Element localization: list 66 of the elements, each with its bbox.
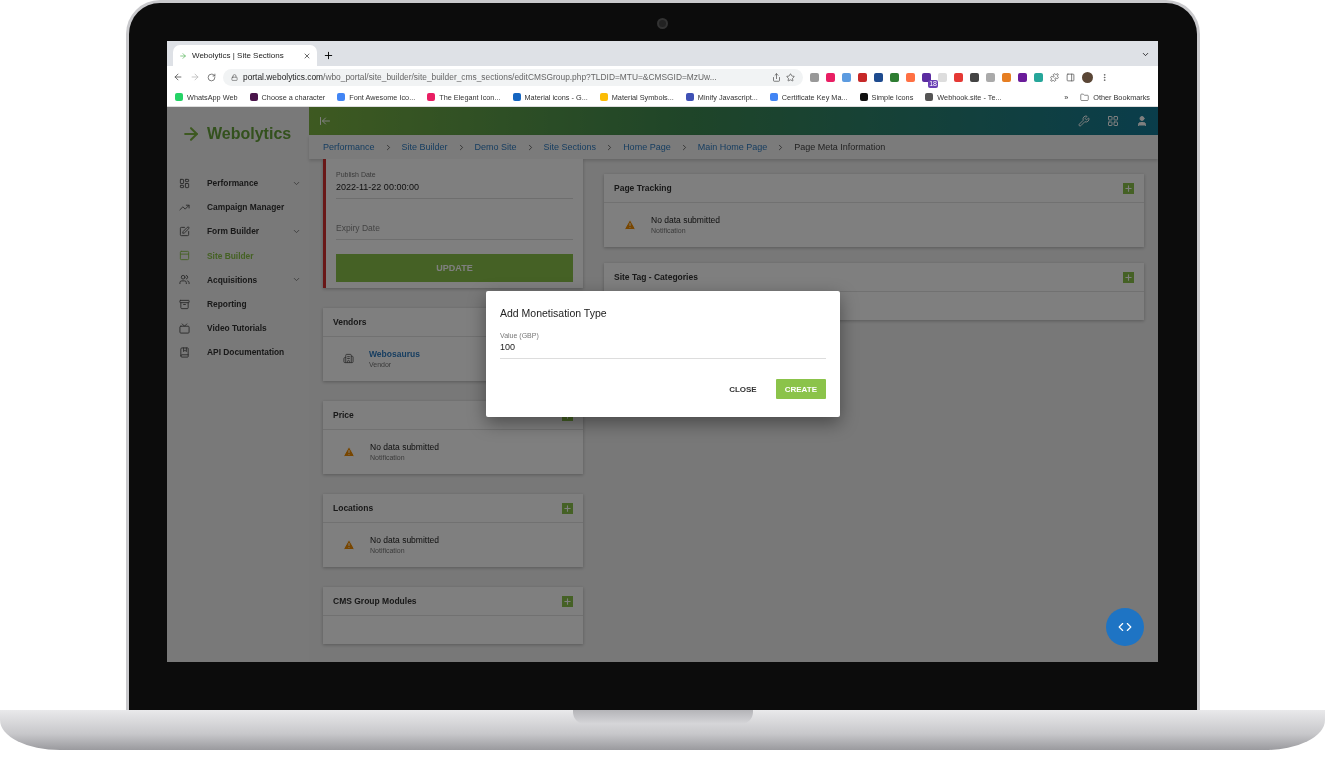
avatar[interactable] [1082, 71, 1093, 83]
sidebar-item[interactable]: Form Builder [167, 219, 309, 244]
sidebar-item[interactable]: Reporting [167, 291, 309, 317]
menu-icon[interactable] [1100, 72, 1109, 82]
browser-tab[interactable]: Webolytics | Site Sections [173, 45, 317, 66]
menu-icon [179, 346, 190, 358]
add-button[interactable] [1123, 271, 1134, 283]
sidebar-item[interactable]: Performance [167, 171, 309, 196]
sidebar-item[interactable]: API Documentation [167, 340, 309, 365]
dashboard-icon[interactable] [1107, 115, 1119, 127]
create-button[interactable]: CREATE [775, 379, 826, 399]
star-icon[interactable] [786, 72, 795, 82]
menu-icon [179, 298, 190, 310]
logo: Webolytics [167, 107, 309, 160]
sidebar-item[interactable]: Video Tutorials [167, 316, 309, 341]
warning-icon [624, 218, 636, 231]
back-icon[interactable] [173, 72, 183, 82]
building-icon [343, 353, 354, 364]
notice-title: No data submitted [370, 442, 439, 452]
notice-title: No data submitted [651, 215, 720, 225]
code-icon [1118, 620, 1132, 634]
reload-icon[interactable] [207, 72, 216, 82]
breadcrumb-link[interactable]: Demo Site [474, 142, 517, 152]
add-button[interactable] [562, 502, 573, 514]
sidebar-item[interactable]: Acquisitions [167, 267, 309, 292]
lock-icon [231, 73, 238, 81]
panel-icon[interactable] [1066, 72, 1075, 82]
user-icon[interactable] [1136, 115, 1148, 127]
logo-icon [179, 51, 187, 60]
breadcrumb-link[interactable]: Site Sections [543, 142, 597, 152]
menu-icon [179, 274, 190, 286]
warning-icon [343, 445, 355, 458]
menu-icon [179, 322, 190, 334]
close-button[interactable]: CLOSE [720, 379, 766, 399]
chevron-icon[interactable] [1141, 50, 1150, 59]
menu-icon [179, 177, 190, 189]
share-icon[interactable] [772, 72, 781, 82]
notice-title: No data submitted [370, 535, 439, 545]
add-button[interactable] [1123, 182, 1134, 194]
breadcrumb-link[interactable]: Main Home Page [697, 142, 768, 152]
camera-icon [657, 18, 668, 29]
card-title: Locations [333, 503, 374, 513]
add-button[interactable] [562, 595, 573, 607]
modal-title: Add Monetisation Type [500, 307, 608, 319]
wrench-icon[interactable] [1078, 115, 1090, 127]
breadcrumb-link[interactable]: Home Page [623, 142, 671, 152]
close-icon[interactable] [303, 51, 311, 60]
breadcrumb-link[interactable]: Performance [323, 142, 375, 152]
breadcrumb-link[interactable]: Site Builder [401, 142, 448, 152]
warning-icon [343, 538, 355, 551]
menu-icon [179, 250, 190, 262]
forward-icon[interactable] [190, 72, 200, 82]
current-page-label: Page Meta Information [794, 142, 886, 152]
sidebar-item[interactable]: Campaign Manager [167, 195, 309, 220]
menu-icon [179, 225, 190, 237]
card-title: Page Tracking [614, 183, 672, 193]
puzzle-icon[interactable] [1050, 72, 1059, 82]
address-bar[interactable]: portal.webolytics.com/wbo_portal/site_builder/site_builder_cms_sections/editCMSGroup.php?TLDID=MTU=&CMSGID=MzUw... [223, 68, 803, 86]
card-title: Price [333, 410, 354, 420]
collapse-icon[interactable] [319, 115, 331, 127]
new-tab-icon[interactable] [323, 50, 334, 61]
folder-icon [1080, 92, 1090, 102]
card-title: Vendors [333, 317, 367, 327]
vendor-link[interactable]: Webosaurus [369, 349, 420, 359]
card-title: Site Tag - Categories [614, 272, 698, 282]
card-title: CMS Group Modules [333, 596, 417, 606]
